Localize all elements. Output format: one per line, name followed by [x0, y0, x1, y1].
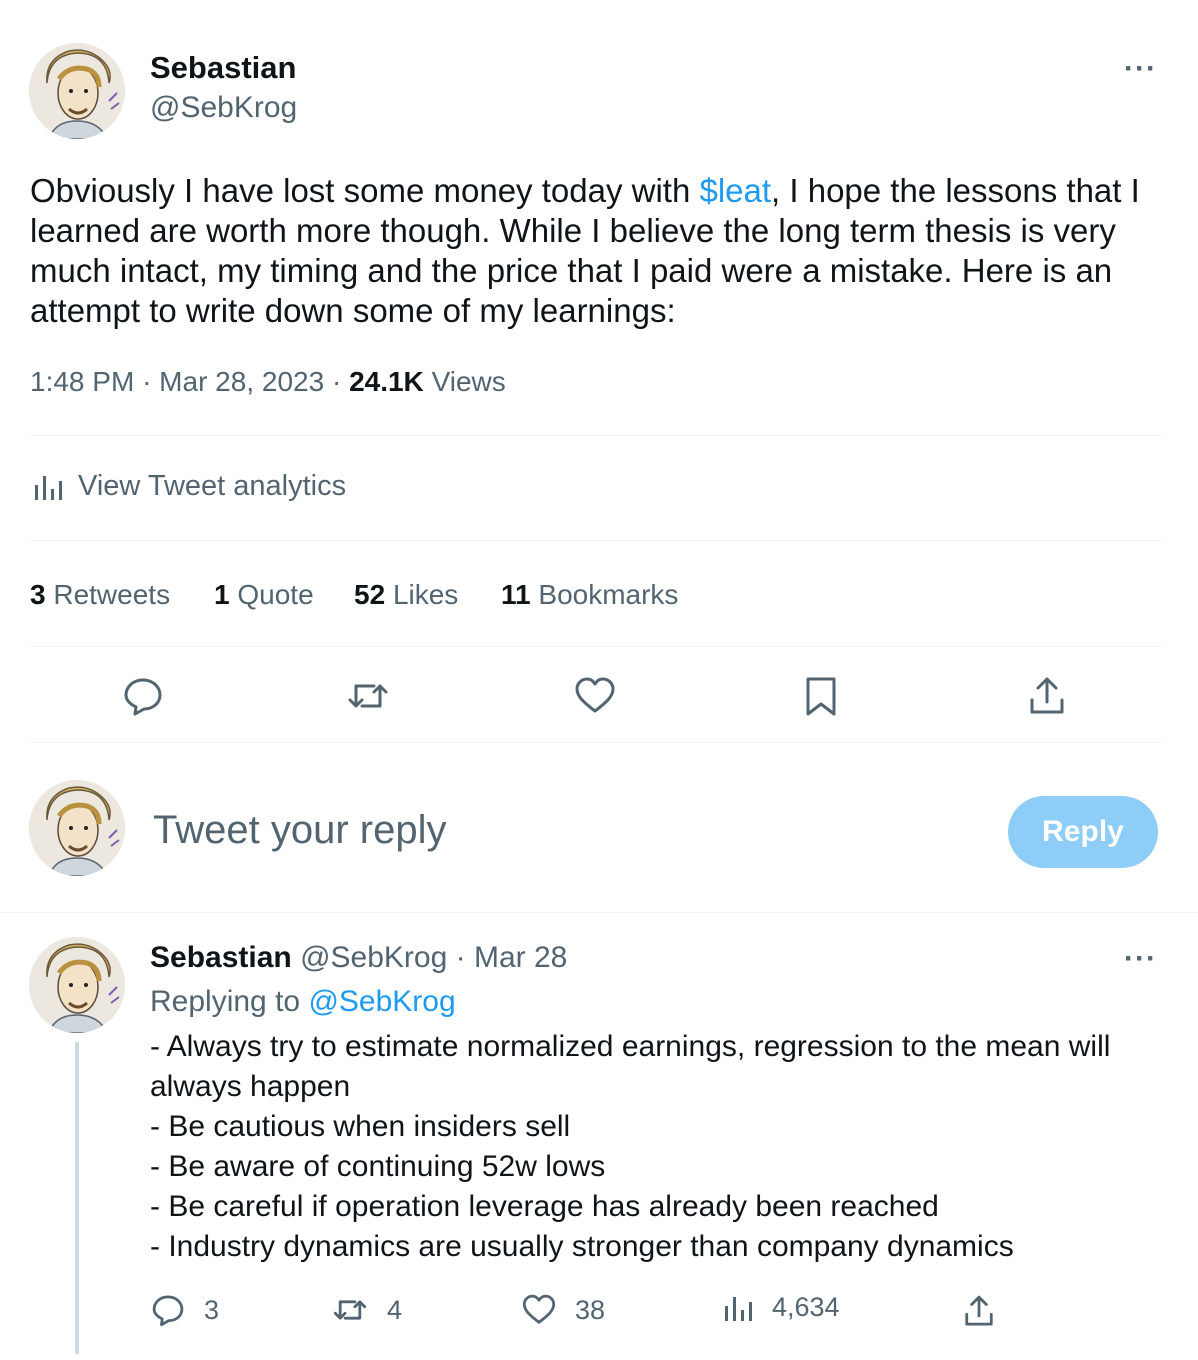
like-count: 38	[575, 1294, 606, 1325]
analytics-icon	[35, 475, 62, 500]
tweet-date[interactable]: Mar 28, 2023	[159, 366, 324, 397]
reply-input[interactable]: Tweet your reply	[153, 808, 446, 853]
retweets-stat[interactable]: 3 Retweets	[30, 579, 170, 611]
reply-author-handle[interactable]: @SebKrog	[300, 941, 447, 974]
divider	[30, 742, 1162, 743]
replying-to-handle[interactable]: @SebKrog	[308, 985, 455, 1018]
tweet-meta: 1:48 PM · Mar 28, 2023 · 24.1K Views	[30, 366, 506, 398]
likes-label: Likes	[392, 579, 459, 610]
user-avatar[interactable]	[29, 780, 125, 876]
bookmarks-label: Bookmarks	[538, 579, 679, 610]
quotes-label: Quote	[237, 579, 314, 610]
retweets-count: 3	[30, 579, 46, 610]
share-icon[interactable]	[1025, 674, 1069, 718]
meta-separator: ·	[331, 366, 342, 397]
meta-separator: ·	[142, 366, 152, 397]
reply-line: - Be careful if operation leverage has a…	[150, 1190, 939, 1223]
reply-like-action[interactable]: 38	[521, 1292, 605, 1328]
tweet-text-start: Obviously I have lost some money today w…	[30, 172, 700, 209]
reply-line: always happen	[150, 1070, 351, 1103]
reply-line: - Always try to estimate normalized earn…	[150, 1030, 1111, 1063]
reply-count: 3	[204, 1294, 220, 1325]
views-count: 4,634	[772, 1292, 840, 1322]
divider	[30, 646, 1162, 647]
quotes-stat[interactable]: 1 Quote	[214, 579, 314, 611]
reply-line: - Be aware of continuing 52w lows	[150, 1150, 606, 1183]
tweet-time[interactable]: 1:48 PM	[30, 366, 134, 397]
reply-button[interactable]: Reply	[1008, 796, 1158, 868]
more-options-icon[interactable]: ···	[1124, 52, 1157, 86]
bookmarks-count: 11	[501, 579, 531, 610]
reply-icon[interactable]	[121, 674, 165, 718]
like-icon[interactable]	[573, 674, 617, 718]
views-icon	[725, 1296, 752, 1321]
reply-views-action[interactable]: 4,634	[724, 1292, 840, 1323]
views-count: 24.1K	[349, 366, 424, 397]
reply-author-avatar[interactable]	[29, 937, 125, 1033]
divider	[30, 540, 1162, 541]
analytics-label: View Tweet analytics	[78, 470, 347, 502]
views-label: Views	[431, 366, 506, 397]
divider	[0, 912, 1198, 913]
replying-to-label: Replying to	[150, 985, 301, 1018]
view-analytics-link[interactable]: View Tweet analytics	[34, 470, 346, 503]
reply-text: - Always try to estimate normalized earn…	[150, 1027, 1160, 1267]
reply-more-options-icon[interactable]: ···	[1124, 942, 1157, 976]
author-handle[interactable]: @SebKrog	[150, 91, 297, 125]
likes-stat[interactable]: 52 Likes	[354, 579, 458, 611]
author-name[interactable]: Sebastian	[150, 50, 296, 86]
reply-separator: ·	[455, 941, 466, 974]
cashtag-link[interactable]: $leat	[699, 172, 771, 209]
quotes-count: 1	[214, 579, 230, 610]
reply-author-name[interactable]: Sebastian	[150, 941, 292, 974]
divider	[30, 435, 1162, 436]
like-icon	[522, 1294, 556, 1324]
likes-count: 52	[354, 579, 386, 610]
bookmark-icon[interactable]	[799, 674, 843, 718]
retweets-label: Retweets	[53, 579, 171, 610]
retweet-icon	[333, 1300, 367, 1320]
reply-line: - Industry dynamics are usually stronger…	[150, 1230, 1014, 1263]
reply-reply-action[interactable]: 3	[150, 1292, 219, 1328]
author-avatar[interactable]	[29, 43, 125, 139]
tweet-text: Obviously I have lost some money today w…	[30, 171, 1170, 331]
replying-to: Replying to @SebKrog	[150, 985, 456, 1019]
reply-line: - Be cautious when insiders sell	[150, 1110, 571, 1143]
share-icon[interactable]	[961, 1293, 997, 1329]
reply-retweet-action[interactable]: 4	[331, 1292, 402, 1328]
reply-header: Sebastian @SebKrog · Mar 28	[150, 941, 567, 975]
retweet-icon[interactable]	[346, 674, 390, 718]
thread-line	[75, 1042, 79, 1354]
retweet-count: 4	[387, 1294, 403, 1325]
bookmarks-stat[interactable]: 11 Bookmarks	[501, 579, 678, 611]
reply-date[interactable]: Mar 28	[474, 941, 567, 974]
reply-icon	[152, 1295, 184, 1327]
